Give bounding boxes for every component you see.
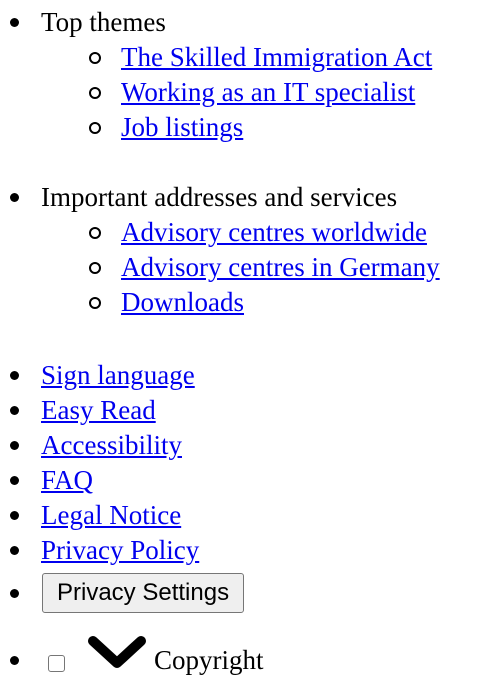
link-downloads[interactable]: Downloads [121, 285, 244, 320]
bullet-icon [10, 511, 19, 520]
link-easy-read[interactable]: Easy Read [41, 393, 156, 428]
link-faq[interactable]: FAQ [41, 463, 93, 498]
circle-bullet-icon [89, 122, 101, 134]
bullet-icon [10, 476, 19, 485]
circle-bullet-icon [89, 262, 101, 274]
circle-bullet-icon [89, 52, 101, 64]
bullet-icon [10, 193, 19, 202]
link-accessibility[interactable]: Accessibility [41, 428, 182, 463]
bullet-icon [10, 371, 19, 380]
circle-bullet-icon [89, 87, 101, 99]
link-advisory-centres-worldwide[interactable]: Advisory centres worldwide [121, 215, 427, 250]
nav-group-title: Top themes [41, 7, 166, 37]
bullet-icon [10, 441, 19, 450]
link-working-as-it-specialist[interactable]: Working as an IT specialist [121, 75, 415, 110]
chevron-down-icon[interactable] [88, 635, 146, 671]
bullet-icon [10, 18, 19, 27]
link-privacy-policy[interactable]: Privacy Policy [41, 533, 199, 568]
circle-bullet-icon [89, 227, 101, 239]
circle-bullet-icon [89, 297, 101, 309]
link-advisory-centres-germany[interactable]: Advisory centres in Germany [121, 250, 440, 285]
bullet-icon [10, 406, 19, 415]
copyright-label: Copyright [154, 645, 264, 675]
link-job-listings[interactable]: Job listings [121, 110, 243, 145]
link-skilled-immigration-act[interactable]: The Skilled Immigration Act [121, 40, 432, 75]
privacy-settings-button[interactable]: Privacy Settings [42, 573, 245, 613]
link-legal-notice[interactable]: Legal Notice [41, 498, 181, 533]
copyright-toggle-checkbox[interactable] [48, 655, 65, 672]
bullet-icon [10, 656, 19, 665]
link-sign-language[interactable]: Sign language [41, 358, 195, 393]
nav-group-title: Important addresses and services [41, 182, 398, 212]
bullet-icon [10, 589, 19, 598]
bullet-icon [10, 546, 19, 555]
